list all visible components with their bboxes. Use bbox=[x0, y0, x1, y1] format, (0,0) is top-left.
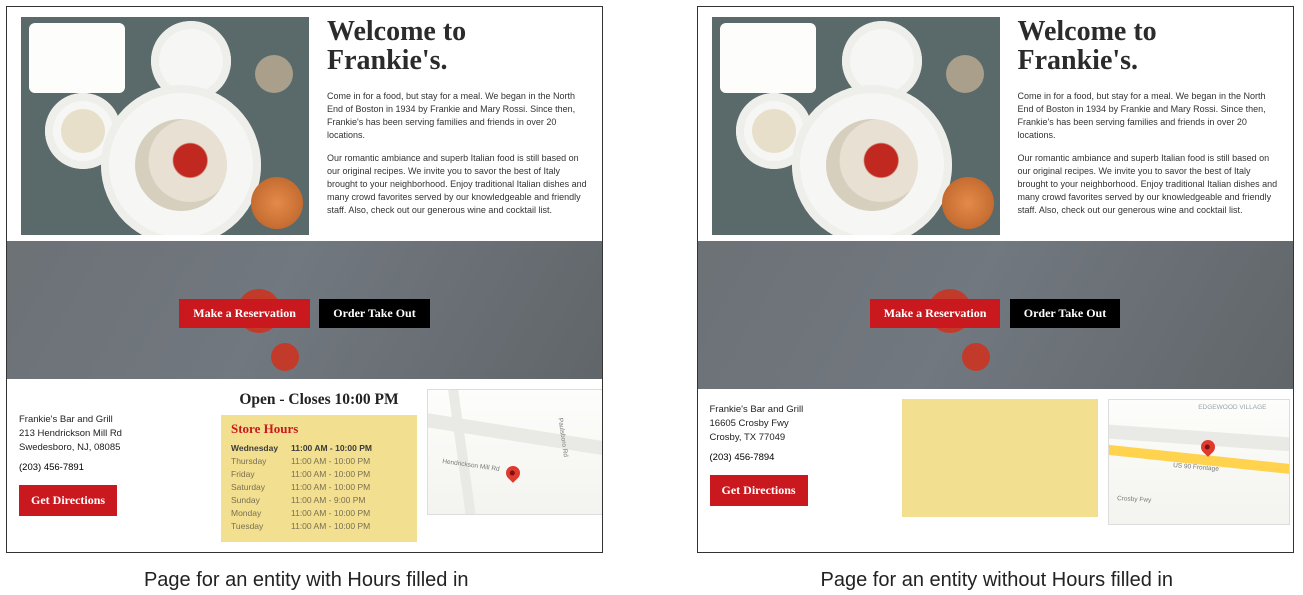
hero-image bbox=[712, 17, 1000, 235]
hours-day: Tuesday bbox=[231, 521, 291, 531]
store-hours-box: Store Hours Wednesday11:00 AM - 10:00 PM… bbox=[221, 415, 417, 542]
cta-band: Make a Reservation Order Take Out bbox=[698, 241, 1293, 389]
store-hours-header: Store Hours bbox=[231, 421, 407, 437]
hero-image bbox=[21, 17, 309, 235]
map-road-label: Hendrickson Mill Rd bbox=[442, 458, 500, 473]
location-name: Frankie's Bar and Grill bbox=[19, 413, 181, 427]
caption-left: Page for an entity with Hours filled in bbox=[6, 569, 607, 592]
location-phone: (203) 456-7894 bbox=[710, 452, 872, 463]
hours-day: Monday bbox=[231, 508, 291, 518]
intro-paragraph-2: Our romantic ambiance and superb Italian… bbox=[327, 152, 588, 217]
location-street: 16605 Crosby Fwy bbox=[710, 417, 872, 431]
map[interactable]: Hendrickson Mill Rd Paulsboro Rd bbox=[427, 389, 603, 515]
hours-row: Wednesday11:00 AM - 10:00 PM bbox=[231, 441, 407, 454]
hero-text: Welcome to Frankie's. Come in for a food… bbox=[327, 17, 588, 235]
hours-time: 11:00 AM - 9:00 PM bbox=[291, 495, 366, 505]
takeout-button[interactable]: Order Take Out bbox=[1010, 299, 1120, 328]
page-title: Welcome to Frankie's. bbox=[1018, 17, 1279, 76]
hours-row: Sunday11:00 AM - 9:00 PM bbox=[231, 493, 407, 506]
map-area-label: EDGEWOOD VILLAGE bbox=[1198, 404, 1266, 411]
hours-placeholder bbox=[902, 399, 1098, 517]
map-pin-icon bbox=[503, 463, 523, 483]
hours-time: 11:00 AM - 10:00 PM bbox=[291, 521, 370, 531]
hours-time: 11:00 AM - 10:00 PM bbox=[291, 482, 370, 492]
reserve-button[interactable]: Make a Reservation bbox=[179, 299, 310, 328]
intro-paragraph-2: Our romantic ambiance and superb Italian… bbox=[1018, 152, 1279, 217]
hours-row: Tuesday11:00 AM - 10:00 PM bbox=[231, 519, 407, 532]
hours-day: Saturday bbox=[231, 482, 291, 492]
hours-day: Friday bbox=[231, 469, 291, 479]
hero-text: Welcome to Frankie's. Come in for a food… bbox=[1018, 17, 1279, 235]
page-without-hours: Welcome to Frankie's. Come in for a food… bbox=[697, 6, 1294, 553]
info-section: Frankie's Bar and Grill 213 Hendrickson … bbox=[7, 379, 602, 552]
page-with-hours: Welcome to Frankie's. Come in for a food… bbox=[6, 6, 603, 553]
hours-row: Thursday11:00 AM - 10:00 PM bbox=[231, 454, 407, 467]
hours-time: 11:00 AM - 10:00 PM bbox=[291, 443, 372, 453]
hours-time: 11:00 AM - 10:00 PM bbox=[291, 469, 370, 479]
directions-button[interactable]: Get Directions bbox=[710, 475, 808, 506]
hours-row: Saturday11:00 AM - 10:00 PM bbox=[231, 480, 407, 493]
cta-band: Make a Reservation Order Take Out bbox=[7, 241, 602, 379]
directions-button[interactable]: Get Directions bbox=[19, 485, 117, 516]
reserve-button[interactable]: Make a Reservation bbox=[870, 299, 1001, 328]
location-city: Crosby, TX 77049 bbox=[710, 431, 872, 445]
hours-row: Monday11:00 AM - 10:00 PM bbox=[231, 506, 407, 519]
location-phone: (203) 456-7891 bbox=[19, 462, 181, 473]
location-address: Frankie's Bar and Grill 213 Hendrickson … bbox=[19, 413, 181, 454]
hours-day: Sunday bbox=[231, 495, 291, 505]
intro-paragraph-1: Come in for a food, but stay for a meal.… bbox=[327, 90, 588, 142]
hours-row: Friday11:00 AM - 10:00 PM bbox=[231, 467, 407, 480]
location-city: Swedesboro, NJ, 08085 bbox=[19, 441, 181, 455]
caption-right: Page for an entity without Hours filled … bbox=[697, 569, 1298, 592]
map[interactable]: EDGEWOOD VILLAGE US 90 Frontage Crosby F… bbox=[1108, 399, 1290, 525]
open-status: Open - Closes 10:00 PM bbox=[221, 391, 417, 409]
takeout-button[interactable]: Order Take Out bbox=[319, 299, 429, 328]
info-section: Frankie's Bar and Grill 16605 Crosby Fwy… bbox=[698, 389, 1293, 552]
page-title: Welcome to Frankie's. bbox=[327, 17, 588, 76]
location-street: 213 Hendrickson Mill Rd bbox=[19, 427, 181, 441]
intro-paragraph-1: Come in for a food, but stay for a meal.… bbox=[1018, 90, 1279, 142]
location-name: Frankie's Bar and Grill bbox=[710, 403, 872, 417]
hours-day: Thursday bbox=[231, 456, 291, 466]
hours-day: Wednesday bbox=[231, 443, 291, 453]
map-road-label: Crosby Fwy bbox=[1116, 495, 1151, 504]
location-address: Frankie's Bar and Grill 16605 Crosby Fwy… bbox=[710, 403, 872, 444]
hero: Welcome to Frankie's. Come in for a food… bbox=[7, 7, 602, 241]
hours-time: 11:00 AM - 10:00 PM bbox=[291, 508, 370, 518]
hours-time: 11:00 AM - 10:00 PM bbox=[291, 456, 370, 466]
hero: Welcome to Frankie's. Come in for a food… bbox=[698, 7, 1293, 241]
